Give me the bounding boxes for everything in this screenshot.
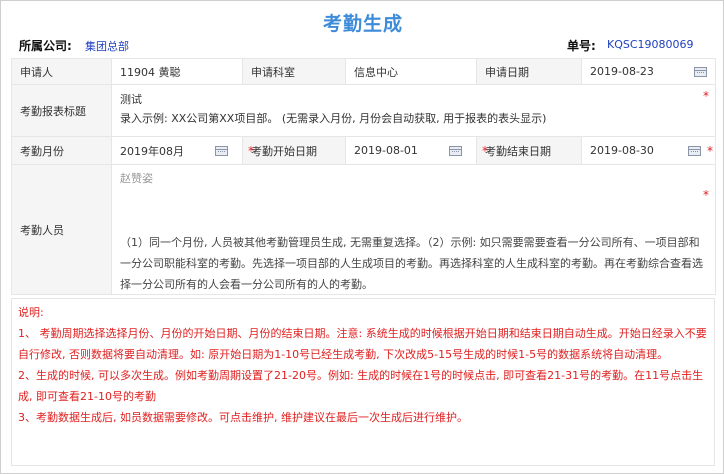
start-date-value: 2019-08-01 [354,144,418,157]
start-date-field[interactable]: 2019-08-01 * [345,136,488,165]
apply-date-label: 申请日期 [476,58,582,85]
end-date-field[interactable]: 2019-08-30 * [581,136,716,165]
calendar-icon[interactable] [694,66,707,77]
meta-row: 所属公司: 集团总部 单号: KQSC19080069 [1,37,724,55]
attendance-form-page: 考勤生成 所属公司: 集团总部 单号: KQSC19080069 申请人 119… [0,0,724,474]
required-mark: * [703,89,709,103]
applicant-label: 申请人 [11,58,112,85]
start-date-label: 考勤开始日期 [242,136,346,165]
note-item: 2、生成的时候, 可以多次生成。例如考勤周期设置了21-20号。例如: 生成的时… [18,369,704,403]
month-value: 2019年08月 [120,144,184,158]
page-title: 考勤生成 [322,13,403,35]
subject-field[interactable]: 测试 * 录入示例: XX公司第XX项目部。 (无需录入月份, 月份会自动获取,… [111,84,716,137]
dept-label: 申请科室 [242,58,346,85]
subject-hint: 录入示例: XX公司第XX项目部。 (无需录入月份, 月份会自动获取, 用于报表… [120,112,547,125]
notes-panel: 说明: 1、 考勤周期选择选择月份、月份的开始日期、月份的结束日期。注意: 系统… [11,298,715,466]
calendar-icon[interactable] [449,145,462,156]
required-mark: * [707,144,713,158]
person-value: 赵赞姿 [120,172,153,185]
company-label: 所属公司: [19,39,72,53]
applicant-value: 11904 黄聪 [111,58,243,85]
month-label: 考勤月份 [11,136,112,165]
subject-label: 考勤报表标题 [11,84,112,137]
end-date-value: 2019-08-30 [590,144,654,157]
subject-row: 考勤报表标题 测试 * 录入示例: XX公司第XX项目部。 (无需录入月份, 月… [11,84,716,137]
subject-value: 测试 [120,93,142,106]
person-field[interactable]: 赵赞姿 * （1）同一个月份, 人员被其他考勤管理员生成, 无需重复选择。（2）… [111,164,716,295]
period-row: 考勤月份 2019年08月 * 考勤开始日期 2019-08-01 * 考勤结束… [11,136,716,165]
person-row: 考勤人员 赵赞姿 * （1）同一个月份, 人员被其他考勤管理员生成, 无需重复选… [11,164,716,295]
calendar-icon[interactable] [215,145,228,156]
doc-no-label: 单号: [567,39,596,53]
company-value: 集团总部 [85,40,129,53]
calendar-icon[interactable] [688,145,701,156]
required-mark: * [703,188,709,202]
required-mark: * [248,144,254,158]
required-mark: * [482,144,488,158]
apply-date-value: 2019-08-23 [590,65,654,78]
dept-value: 信息中心 [345,58,477,85]
month-field[interactable]: 2019年08月 * [111,136,254,165]
note-item: 3、考勤数据生成后, 如员数据需要修改。可点击维护, 维护建议在最后一次生成后进… [18,411,468,424]
end-date-label: 考勤结束日期 [476,136,582,165]
apply-date-field[interactable]: 2019-08-23 [581,58,716,85]
doc-no-value: KQSC19080069 [607,38,694,51]
attendance-form-table: 申请人 11904 黄聪 申请科室 信息中心 申请日期 2019-08-23 考… [11,58,716,295]
notes-title: 说明: [18,306,44,319]
applicant-row: 申请人 11904 黄聪 申请科室 信息中心 申请日期 2019-08-23 [11,58,716,85]
person-description: （1）同一个月份, 人员被其他考勤管理员生成, 无需重复选择。（2）示例: 如只… [120,236,703,291]
person-label: 考勤人员 [11,164,112,295]
note-item: 1、 考勤周期选择选择月份、月份的开始日期、月份的结束日期。注意: 系统生成的时… [18,327,707,361]
